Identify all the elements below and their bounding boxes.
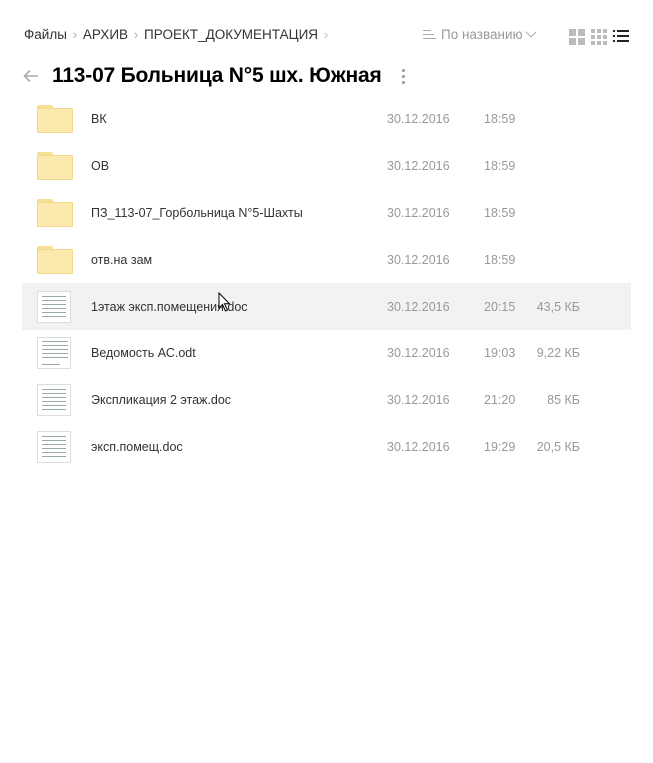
breadcrumb-separator-icon: › <box>323 27 329 42</box>
sort-icon <box>423 29 436 41</box>
file-date: 30.12.2016 <box>387 439 450 454</box>
breadcrumb-separator-icon: › <box>72 27 78 42</box>
file-row[interactable]: Экспликация 2 этаж.doc 30.12.2016 21:20 … <box>22 377 631 424</box>
file-date: 30.12.2016 <box>387 299 450 314</box>
list-icon[interactable] <box>613 29 629 45</box>
folder-icon <box>37 198 73 227</box>
breadcrumb: Файлы › АРХИВ › ПРОЕКТ_ДОКУМЕНТАЦИЯ › <box>24 27 334 42</box>
file-name: ОВ <box>91 159 110 174</box>
file-name: ВК <box>91 112 107 127</box>
file-time: 18:59 <box>484 252 516 267</box>
file-date: 30.12.2016 <box>387 252 450 267</box>
page-title: 113-07 Больница N°5 шх. Южная <box>52 64 382 87</box>
file-date: 30.12.2016 <box>387 393 450 408</box>
folder-icon <box>37 105 73 134</box>
file-row[interactable]: 1этаж эксп.помещения.doc 30.12.2016 20:1… <box>22 283 631 330</box>
document-thumbnail-icon <box>37 337 71 370</box>
file-row[interactable]: ОВ 30.12.2016 18:59 <box>22 143 631 190</box>
file-size: 20,5 КБ <box>536 439 580 454</box>
grid-large-icon[interactable] <box>569 29 585 45</box>
file-row[interactable]: эксп.помещ.doc 30.12.2016 19:29 20,5 КБ <box>22 424 631 471</box>
file-date: 30.12.2016 <box>387 159 450 174</box>
chevron-down-icon <box>524 26 537 38</box>
folder-icon <box>37 245 73 274</box>
file-name: Экспликация 2 этаж.doc <box>91 393 232 408</box>
file-time: 21:20 <box>484 393 516 408</box>
document-thumbnail-icon <box>37 430 71 463</box>
file-time: 19:03 <box>484 346 516 361</box>
folder-header: 113-07 Больница N°5 шх. Южная <box>0 56 653 96</box>
breadcrumb-item-files[interactable]: Файлы <box>24 27 67 42</box>
document-thumbnail-icon <box>37 290 71 323</box>
file-name: 1этаж эксп.помещения.doc <box>91 299 248 314</box>
file-name: отв.на зам <box>91 252 153 267</box>
file-date: 30.12.2016 <box>387 205 450 220</box>
file-row[interactable]: Ведомость АС.odt 30.12.2016 19:03 9,22 К… <box>22 330 631 377</box>
back-arrow-icon[interactable] <box>22 67 40 85</box>
file-size: 43,5 КБ <box>536 299 580 314</box>
document-thumbnail-icon <box>37 384 71 417</box>
file-time: 18:59 <box>484 205 516 220</box>
file-name: ПЗ_113-07_Горбольница N°5-Шахты <box>91 205 303 220</box>
file-time: 18:59 <box>484 159 516 174</box>
more-options-icon[interactable] <box>398 68 408 86</box>
breadcrumb-separator-icon: › <box>133 27 139 42</box>
file-size: 85 КБ <box>547 393 580 408</box>
file-name: эксп.помещ.doc <box>91 439 183 454</box>
breadcrumb-item-archive[interactable]: АРХИВ <box>83 27 128 42</box>
view-mode-switch <box>569 29 629 45</box>
file-list: ВК 30.12.2016 18:59 ОВ 30.12.2016 18:59 … <box>22 96 631 470</box>
file-date: 30.12.2016 <box>387 346 450 361</box>
folder-icon <box>37 152 73 181</box>
file-row[interactable]: ВК 30.12.2016 18:59 <box>22 96 631 143</box>
file-size: 9,22 КБ <box>536 346 580 361</box>
file-time: 18:59 <box>484 112 516 127</box>
file-name: Ведомость АС.odt <box>91 346 196 361</box>
file-row[interactable]: ПЗ_113-07_Горбольница N°5-Шахты 30.12.20… <box>22 190 631 237</box>
sort-dropdown[interactable]: По названию <box>423 26 537 42</box>
grid-small-icon[interactable] <box>591 29 607 45</box>
file-time: 19:29 <box>484 439 516 454</box>
sort-label: По названию <box>441 27 523 42</box>
file-date: 30.12.2016 <box>387 112 450 127</box>
file-time: 20:15 <box>484 299 516 314</box>
file-row[interactable]: отв.на зам 30.12.2016 18:59 <box>22 236 631 283</box>
breadcrumb-item-project-docs[interactable]: ПРОЕКТ_ДОКУМЕНТАЦИЯ <box>144 27 318 42</box>
